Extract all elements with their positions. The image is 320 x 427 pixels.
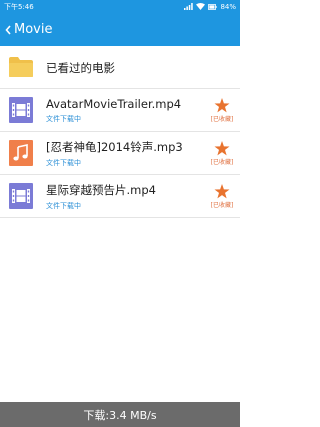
list-item-file[interactable]: AvatarMovieTrailer.mp4 文件下载中 [已收藏] [0,89,240,132]
battery-icon [208,3,218,10]
status-icons: 84% [184,3,236,11]
download-status: 文件下载中 [46,159,81,167]
star-icon [214,141,230,156]
favorite-label: [已收藏] [210,116,234,123]
list-item-file[interactable]: [忍者神龟]2014铃声.mp3 文件下载中 [已收藏] [0,132,240,175]
list-item-file[interactable]: 星际穿越预告片.mp4 文件下载中 [已收藏] [0,175,240,218]
list-item-title: [忍者神龟]2014铃声.mp3 [46,140,183,154]
folder-icon [8,54,34,80]
list-item-text: 已看过的电影 [46,46,206,89]
status-time: 下午5:46 [4,2,34,11]
favorite-button[interactable]: [已收藏] [208,175,236,218]
favorite-button[interactable]: [已收藏] [208,132,236,175]
download-speed: 下载:3.4 MB/s [83,408,157,422]
download-speed-bar: 下载:3.4 MB/s [0,402,240,427]
list-item-text: 星际穿越预告片.mp4 文件下载中 [46,175,206,218]
status-bar: 下午5:46 84% [0,0,240,13]
favorite-button[interactable]: [已收藏] [208,89,236,132]
star-icon [214,184,230,199]
list-item-text: [忍者神龟]2014铃声.mp3 文件下载中 [46,132,206,175]
favorite-label: [已收藏] [210,202,234,209]
list-item-title: 已看过的电影 [46,60,115,75]
page-title: Movie [14,22,53,37]
download-status: 文件下载中 [46,115,81,123]
download-status: 文件下载中 [46,202,81,210]
file-list: 已看过的电影 AvatarMovieTrailer.mp4 文件下载中 [已收藏… [0,46,240,218]
list-item-title: AvatarMovieTrailer.mp4 [46,97,182,111]
list-item-title: 星际穿越预告片.mp4 [46,183,156,197]
wifi-icon [196,3,206,10]
favorite-label: [已收藏] [210,159,234,166]
video-file-icon [8,97,34,123]
music-file-icon [8,140,34,166]
star-icon [214,98,230,113]
video-file-icon [8,183,34,209]
signal-icon [184,3,194,10]
back-chevron-icon[interactable] [3,13,12,46]
title-bar: Movie [0,13,240,46]
list-item-folder[interactable]: 已看过的电影 [0,46,240,89]
list-item-text: AvatarMovieTrailer.mp4 文件下载中 [46,89,206,132]
battery-percent: 84% [220,2,236,11]
